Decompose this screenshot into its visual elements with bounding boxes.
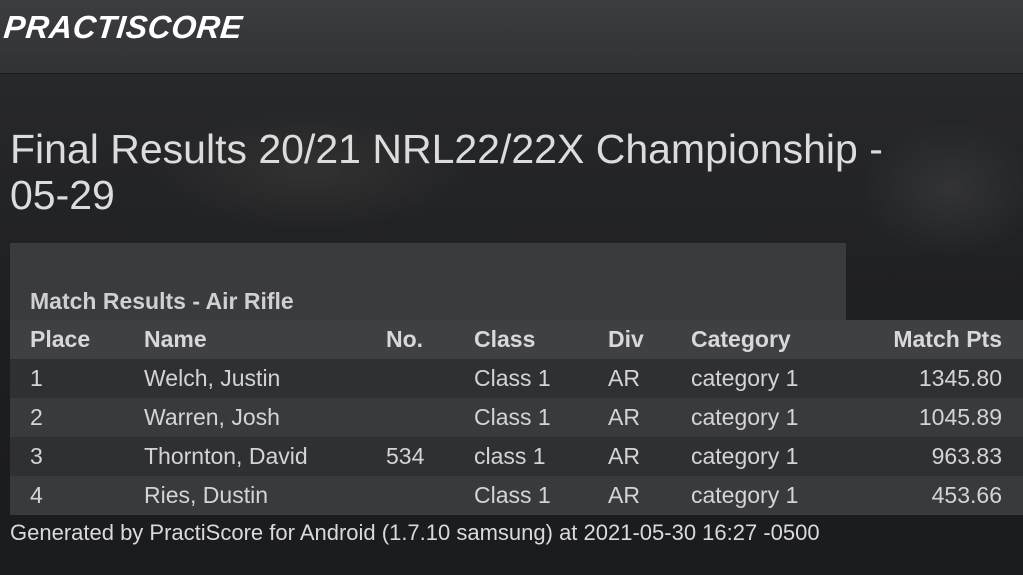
- cell-no: [386, 398, 474, 437]
- cell-name: Thornton, David: [144, 443, 308, 469]
- section-title: Match Results - Air Rifle: [30, 288, 294, 314]
- cell-place: 1: [30, 365, 43, 391]
- app-logo[interactable]: PRACTISCORE: [2, 8, 244, 46]
- top-bar: PRACTISCORE: [0, 0, 1023, 74]
- col-header-class[interactable]: Class: [474, 320, 608, 359]
- cell-class: class 1: [474, 443, 546, 469]
- cell-class: Class 1: [474, 365, 551, 391]
- cell-div: AR: [608, 443, 640, 469]
- col-header-no[interactable]: No.: [386, 320, 474, 359]
- cell-place: 2: [30, 404, 43, 430]
- cell-name: Ries, Dustin: [144, 482, 268, 508]
- col-header-div[interactable]: Div: [608, 320, 691, 359]
- col-header-name[interactable]: Name: [144, 320, 386, 359]
- cell-div: AR: [608, 365, 640, 391]
- table-row[interactable]: 4 Ries, Dustin Class 1 AR category 1 453…: [10, 476, 1023, 515]
- col-header-match-pts[interactable]: Match Pts: [841, 320, 1023, 359]
- table-header-row: Place Name No. Class Div Category Match …: [10, 320, 1023, 359]
- cell-class: Class 1: [474, 482, 551, 508]
- page-title-line2: 05-29: [10, 172, 115, 218]
- cell-category: category 1: [691, 365, 799, 391]
- col-header-category[interactable]: Category: [691, 320, 841, 359]
- cell-category: category 1: [691, 482, 799, 508]
- col-header-place[interactable]: Place: [10, 320, 144, 359]
- cell-match-pts: 453.66: [931, 482, 1002, 508]
- cell-place: 4: [30, 482, 43, 508]
- cell-no: [386, 359, 474, 398]
- cell-div: AR: [608, 404, 640, 430]
- cell-class: Class 1: [474, 404, 551, 430]
- generated-footer: Generated by PractiScore for Android (1.…: [10, 520, 820, 545]
- page: PRACTISCORE Final Results 20/21 NRL22/22…: [0, 0, 1023, 575]
- cell-category: category 1: [691, 443, 799, 469]
- page-title-line1: Final Results 20/21 NRL22/22X Championsh…: [10, 126, 883, 172]
- cell-name: Warren, Josh: [144, 404, 280, 430]
- page-title: Final Results 20/21 NRL22/22X Championsh…: [10, 126, 1023, 218]
- cell-div: AR: [608, 482, 640, 508]
- cell-no: [386, 476, 474, 515]
- cell-category: category 1: [691, 404, 799, 430]
- cell-match-pts: 1345.80: [918, 365, 1002, 391]
- cell-no: 534: [386, 443, 425, 469]
- table-row[interactable]: 2 Warren, Josh Class 1 AR category 1 104…: [10, 398, 1023, 437]
- table-row[interactable]: 3 Thornton, David 534 class 1 AR categor…: [10, 437, 1023, 476]
- cell-match-pts: 1045.89: [918, 404, 1002, 430]
- cell-place: 3: [30, 443, 43, 469]
- table-row[interactable]: 1 Welch, Justin Class 1 AR category 1 13…: [10, 359, 1023, 398]
- results-table: Place Name No. Class Div Category Match …: [10, 320, 1023, 515]
- cell-match-pts: 963.83: [931, 443, 1002, 469]
- cell-name: Welch, Justin: [144, 365, 281, 391]
